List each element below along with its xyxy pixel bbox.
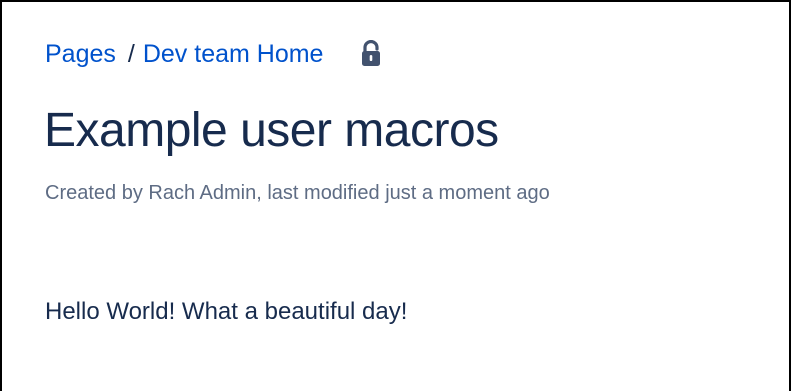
page-title: Example user macros xyxy=(44,104,499,157)
unlocked-padlock-icon-graphic xyxy=(362,40,381,66)
byline-prefix: Created by xyxy=(45,182,149,204)
unlocked-padlock-icon[interactable] xyxy=(359,38,383,70)
byline-author-link[interactable]: Rach Admin xyxy=(148,182,256,204)
byline-middle: , last modified xyxy=(256,182,386,204)
breadcrumb: Pages / Dev team Home xyxy=(45,38,383,70)
breadcrumb-separator: / xyxy=(127,40,135,68)
byline-modified-link[interactable]: just a moment ago xyxy=(385,182,550,204)
breadcrumb-link-pages[interactable]: Pages xyxy=(45,38,116,70)
breadcrumb-link-dev-team-home[interactable]: Dev team Home xyxy=(143,38,324,70)
page-byline: Created by Rach Admin, last modified jus… xyxy=(45,179,550,207)
confluence-page: Pages / Dev team Home Example user macro… xyxy=(0,0,791,391)
page-body-text: Hello World! What a beautiful day! xyxy=(45,298,408,325)
